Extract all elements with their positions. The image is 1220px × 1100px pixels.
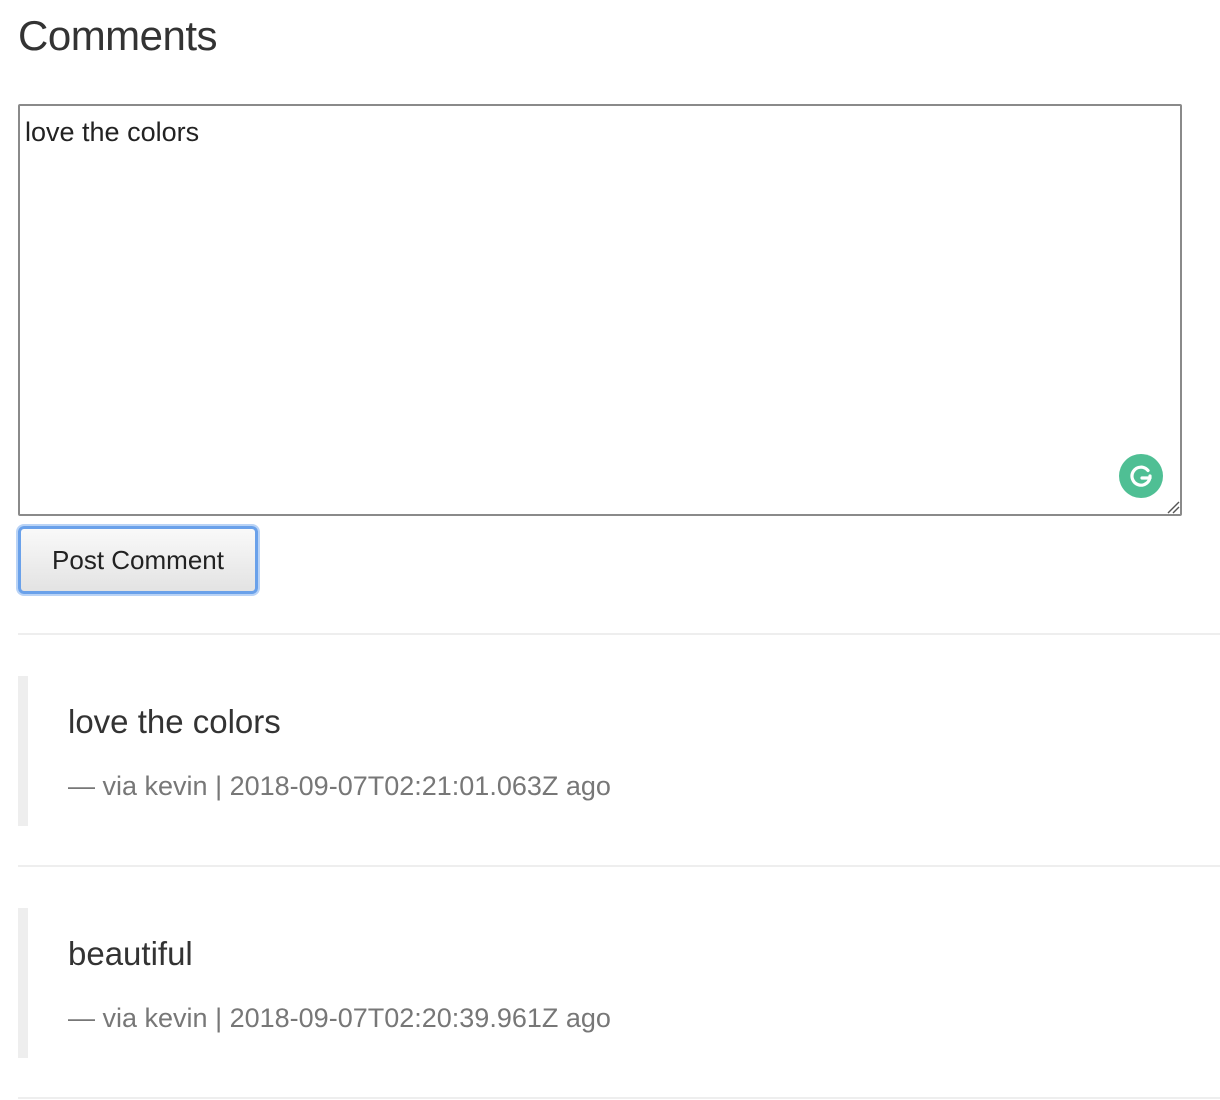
comment-author: via kevin <box>102 771 208 801</box>
meta-dash: — <box>68 771 95 801</box>
comment-item: love the colors — via kevin | 2018-09-07… <box>18 676 1198 826</box>
timestamp-suffix: ago <box>565 1003 611 1033</box>
divider <box>18 1097 1220 1099</box>
divider <box>18 633 1220 635</box>
comment-meta: — via kevin | 2018-09-07T02:21:01.063Z a… <box>68 770 611 802</box>
meta-separator: | <box>215 771 223 801</box>
comment-composer: love the colors <box>18 104 1182 516</box>
comments-heading: Comments <box>18 12 218 59</box>
divider <box>18 865 1220 867</box>
comment-item: beautiful — via kevin | 2018-09-07T02:20… <box>18 908 1198 1058</box>
grammarly-g-glyph <box>1130 465 1152 487</box>
meta-separator: | <box>215 1003 223 1033</box>
comment-timestamp: 2018-09-07T02:21:01.063Z <box>229 771 559 801</box>
comment-timestamp: 2018-09-07T02:20:39.961Z <box>229 1003 559 1033</box>
comment-text: love the colors <box>68 703 281 740</box>
comment-textarea[interactable]: love the colors <box>18 104 1182 516</box>
meta-dash: — <box>68 1003 95 1033</box>
comment-meta: — via kevin | 2018-09-07T02:20:39.961Z a… <box>68 1002 611 1034</box>
resize-handle-icon[interactable] <box>1164 498 1180 514</box>
timestamp-suffix: ago <box>565 771 611 801</box>
post-comment-button[interactable]: Post Comment <box>18 526 258 594</box>
grammarly-icon[interactable] <box>1119 454 1163 498</box>
comment-author: via kevin <box>102 1003 208 1033</box>
comment-text: beautiful <box>68 935 193 972</box>
